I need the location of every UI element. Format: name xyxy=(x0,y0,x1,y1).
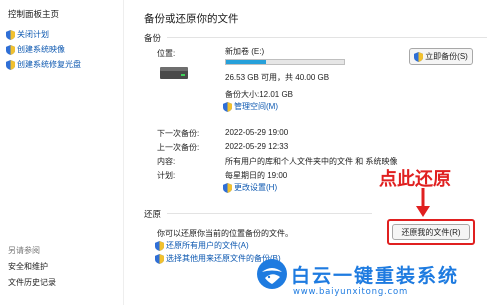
main-panel: 备份或还原你的文件 备份 位置: 新加卷 (E:) 26.53 GB 可用，共 … xyxy=(125,0,500,305)
shield-icon xyxy=(6,44,15,55)
drive-space-text: 26.53 GB 可用，共 40.00 GB xyxy=(225,73,330,82)
sidebar-item-turn-off-schedule[interactable]: 关闭计划 xyxy=(6,29,49,40)
restore-my-files-button[interactable]: 还原我的文件(R) xyxy=(392,224,470,240)
page-title: 备份或还原你的文件 xyxy=(144,13,239,25)
sidebar: 控制面板主页 关闭计划 创建系统映像 创建系统修复光盘 另请参阅 安全和维护 文… xyxy=(0,0,124,305)
manage-space-label: 管理空间(M) xyxy=(234,102,278,111)
see-also-title: 另请参阅 xyxy=(8,246,40,255)
restore-all-users-link[interactable]: 还原所有用户的文件(A) xyxy=(155,240,249,251)
shield-icon xyxy=(414,51,424,62)
shield-icon xyxy=(223,182,232,193)
restore-my-files-label: 还原我的文件(R) xyxy=(401,227,461,237)
schedule-value: 每星期日的 19:00 xyxy=(225,171,288,180)
backup-now-button[interactable]: 立即备份(S) xyxy=(409,48,473,65)
schedule-label: 计划: xyxy=(157,171,176,180)
sidebar-item-create-repair-disc[interactable]: 创建系统修复光盘 xyxy=(6,59,81,70)
change-settings-link[interactable]: 更改设置(H) xyxy=(223,182,277,193)
watermark-brand: 白云一键重装系统 xyxy=(291,265,460,287)
restore-section-title: 还原 xyxy=(144,209,162,219)
sidebar-item-label: 创建系统修复光盘 xyxy=(17,60,81,69)
shield-icon xyxy=(155,240,164,251)
backup-section-title: 备份 xyxy=(144,33,162,43)
last-backup-label: 上一次备份: xyxy=(157,143,200,152)
contents-value: 所有用户的库和个人文件夹中的文件 和 系统映像 xyxy=(225,157,398,166)
backup-now-label: 立即备份(S) xyxy=(425,52,468,61)
brand-logo-icon xyxy=(257,259,287,289)
annotation-text: 点此还原 xyxy=(379,169,451,190)
sidebar-item-create-system-image[interactable]: 创建系统映像 xyxy=(6,44,65,55)
shield-icon xyxy=(6,59,15,70)
restore-all-users-label: 还原所有用户的文件(A) xyxy=(166,241,249,250)
backup-size-text: 备份大小:12.01 GB xyxy=(225,90,294,99)
drive-icon xyxy=(160,67,188,79)
sidebar-item-security-maintenance[interactable]: 安全和维护 xyxy=(8,261,48,272)
next-backup-label: 下一次备份: xyxy=(157,129,200,138)
watermark-url: www.baiyunxitong.com xyxy=(293,287,409,297)
shield-icon xyxy=(6,29,15,40)
change-settings-label: 更改设置(H) xyxy=(234,183,278,192)
drive-usage-fill xyxy=(226,60,267,64)
restore-description: 你可以还原你当前的位置备份的文件。 xyxy=(157,229,293,238)
sidebar-item-file-history[interactable]: 文件历史记录 xyxy=(8,277,56,288)
arrow-down-icon xyxy=(416,188,430,217)
shield-icon xyxy=(223,101,232,112)
contents-label: 内容: xyxy=(157,157,176,166)
last-backup-value: 2022-05-29 12:33 xyxy=(225,142,289,151)
sidebar-title[interactable]: 控制面板主页 xyxy=(8,8,59,20)
manage-space-link[interactable]: 管理空间(M) xyxy=(223,101,278,112)
sidebar-item-label: 关闭计划 xyxy=(17,30,49,39)
next-backup-value: 2022-05-29 19:00 xyxy=(225,128,289,137)
shield-icon xyxy=(155,253,164,264)
section-divider xyxy=(167,213,372,214)
section-divider xyxy=(167,37,487,38)
drive-usage-bar xyxy=(225,59,345,65)
location-label: 位置: xyxy=(157,49,176,58)
drive-name: 新加卷 (E:) xyxy=(225,47,265,56)
sidebar-item-label: 创建系统映像 xyxy=(17,45,65,54)
